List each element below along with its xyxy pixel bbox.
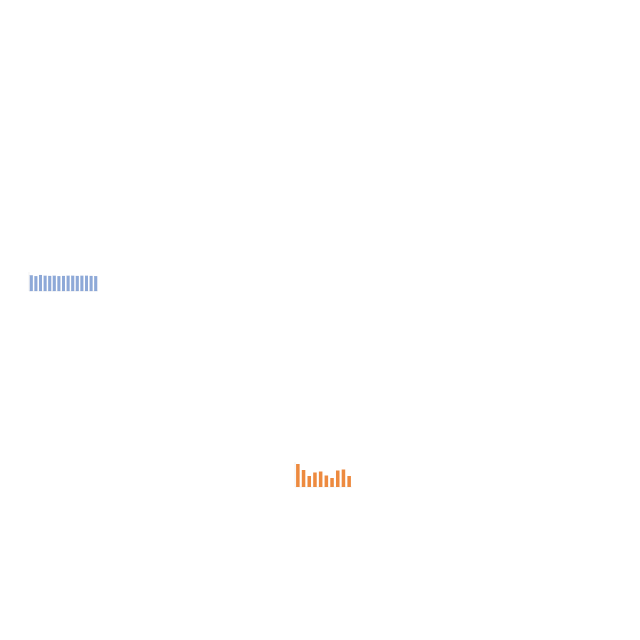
chart-b-bar <box>313 472 317 487</box>
chart-blue-svg <box>28 272 98 292</box>
chart-b-bar <box>324 475 329 487</box>
chart-b-bar <box>307 476 312 487</box>
chart-a-bar <box>34 276 38 292</box>
chart-orange-bars <box>284 452 356 504</box>
chart-a-bar <box>94 276 98 292</box>
chart-a-bar <box>66 275 70 292</box>
chart-b-bar <box>341 469 346 487</box>
chart-b-bar <box>301 470 306 487</box>
chart-a-bar <box>52 275 56 292</box>
chart-b-bar <box>318 471 323 487</box>
chart-a-bar <box>57 276 61 292</box>
chart-b-bar <box>347 476 351 487</box>
chart-a-bar <box>61 275 66 292</box>
chart-a-bar <box>48 275 52 292</box>
chart-b-bar <box>296 464 300 487</box>
chart-a-bar <box>43 275 47 292</box>
chart-blue-bars <box>20 258 102 308</box>
chart-orange-svg <box>294 462 352 488</box>
chart-a-bar <box>71 275 75 292</box>
chart-a-bar <box>84 275 89 292</box>
chart-a-bar <box>75 275 79 292</box>
chart-b-bar <box>330 478 334 487</box>
chart-b-bar <box>335 470 340 487</box>
chart-a-bar <box>89 275 93 292</box>
chart-a-bar <box>80 275 84 292</box>
chart-a-bar <box>29 275 33 292</box>
chart-a-bar <box>38 274 43 292</box>
